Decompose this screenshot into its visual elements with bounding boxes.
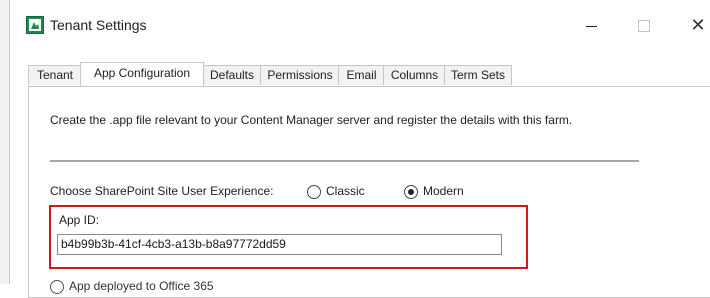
app-id-input[interactable]: b4b99b3b-41cf-4cb3-a13b-b8a97772dd59 (57, 234, 502, 255)
maximize-icon (638, 20, 650, 33)
close-icon: ✕ (690, 15, 706, 35)
app-id-label: App ID: (59, 213, 100, 227)
tab-tenant[interactable]: Tenant (28, 65, 82, 85)
section-divider (50, 160, 639, 162)
tenant-settings-window: Tenant Settings ✕ Tenant App Configurati… (10, 0, 710, 298)
classic-radio[interactable] (307, 185, 321, 199)
minimize-icon (585, 25, 597, 27)
background-window-edge (0, 0, 10, 284)
modern-radio[interactable] (404, 185, 418, 199)
office365-radio[interactable] (50, 280, 64, 294)
experience-label: Choose SharePoint Site User Experience: (50, 184, 274, 198)
window-title: Tenant Settings (50, 17, 147, 33)
office365-radio-label[interactable]: App deployed to Office 365 (69, 279, 214, 293)
modern-radio-label[interactable]: Modern (423, 184, 464, 198)
close-button[interactable]: ✕ (685, 12, 710, 38)
intro-text: Create the .app file relevant to your Co… (50, 113, 573, 127)
title-bar[interactable]: Tenant Settings ✕ (10, 0, 710, 50)
app-icon (26, 16, 44, 34)
tab-term-sets[interactable]: Term Sets (444, 65, 512, 85)
tab-email[interactable]: Email (338, 65, 385, 85)
app-configuration-panel: Create the .app file relevant to your Co… (28, 86, 710, 298)
classic-radio-label[interactable]: Classic (326, 184, 365, 198)
tab-defaults[interactable]: Defaults (202, 65, 262, 85)
minimize-button[interactable] (578, 12, 604, 38)
maximize-button[interactable] (631, 12, 657, 38)
tab-permissions[interactable]: Permissions (260, 65, 340, 85)
tab-app-configuration[interactable]: App Configuration (80, 62, 204, 86)
tab-columns[interactable]: Columns (383, 65, 446, 85)
